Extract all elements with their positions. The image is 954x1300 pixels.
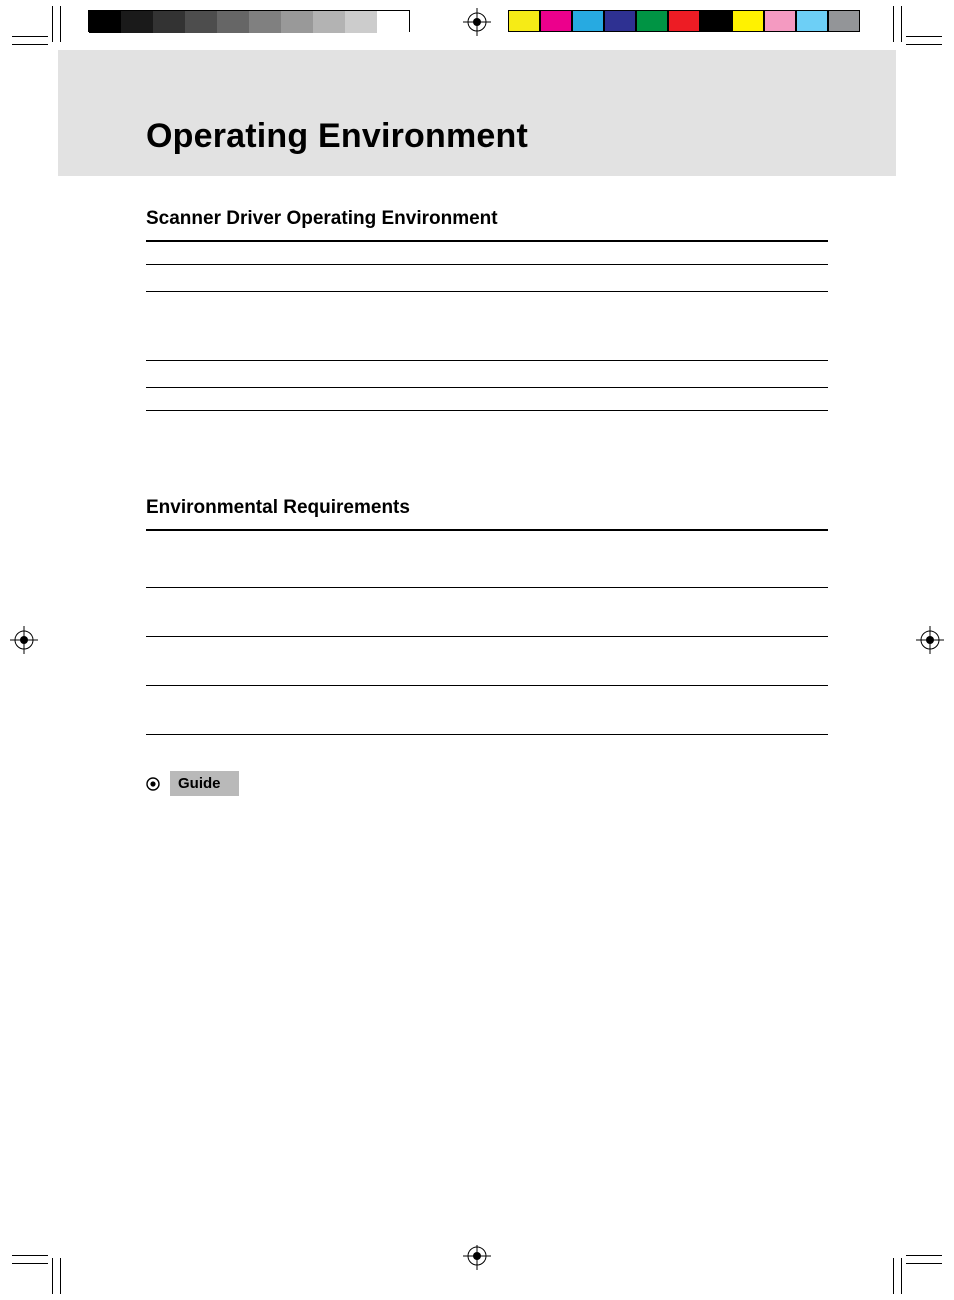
crop-mark <box>12 36 48 37</box>
crop-mark <box>12 44 48 45</box>
ruled-block <box>146 240 828 411</box>
title-banner: Operating Environment <box>58 50 896 176</box>
swatch <box>732 10 764 32</box>
crop-mark <box>901 1258 902 1294</box>
crop-mark <box>893 1258 894 1294</box>
target-bullet-icon <box>146 777 160 791</box>
swatch <box>121 11 153 33</box>
swatch <box>572 10 604 32</box>
swatch <box>540 10 572 32</box>
color-calibration-bar <box>508 10 860 32</box>
crop-mark <box>12 1255 48 1256</box>
crop-mark <box>906 44 942 45</box>
page-title: Operating Environment <box>146 117 528 156</box>
content-area: Scanner Driver Operating Environment Env… <box>58 176 896 796</box>
crop-mark <box>893 6 894 42</box>
swatch <box>281 11 313 33</box>
swatch <box>796 10 828 32</box>
swatch <box>668 10 700 32</box>
crop-mark <box>52 1258 53 1294</box>
document-page: Operating Environment Scanner Driver Ope… <box>58 50 896 1245</box>
swatch <box>345 11 377 33</box>
swatch <box>217 11 249 33</box>
crop-mark <box>901 6 902 42</box>
registration-mark-icon <box>463 8 491 36</box>
crop-mark <box>60 6 61 42</box>
guide-label: Guide <box>170 771 239 796</box>
crop-mark <box>60 1258 61 1294</box>
swatch <box>604 10 636 32</box>
swatch <box>377 11 409 33</box>
swatch <box>828 10 860 32</box>
swatch <box>764 10 796 32</box>
swatch <box>153 11 185 33</box>
swatch <box>636 10 668 32</box>
crop-mark <box>12 1263 48 1264</box>
swatch <box>700 10 732 32</box>
section-heading: Environmental Requirements <box>146 497 828 519</box>
section-heading: Scanner Driver Operating Environment <box>146 208 828 230</box>
crop-mark <box>906 36 942 37</box>
crop-mark <box>906 1255 942 1256</box>
crop-mark <box>52 6 53 42</box>
swatch <box>185 11 217 33</box>
grayscale-calibration-bar <box>88 10 410 32</box>
registration-mark-icon <box>10 626 38 654</box>
swatch <box>508 10 540 32</box>
swatch <box>89 11 121 33</box>
registration-mark-icon <box>916 626 944 654</box>
swatch <box>249 11 281 33</box>
guide-row: Guide <box>146 771 828 796</box>
registration-mark-icon <box>463 1242 491 1270</box>
swatch <box>313 11 345 33</box>
ruled-block <box>146 529 828 735</box>
crop-mark <box>906 1263 942 1264</box>
